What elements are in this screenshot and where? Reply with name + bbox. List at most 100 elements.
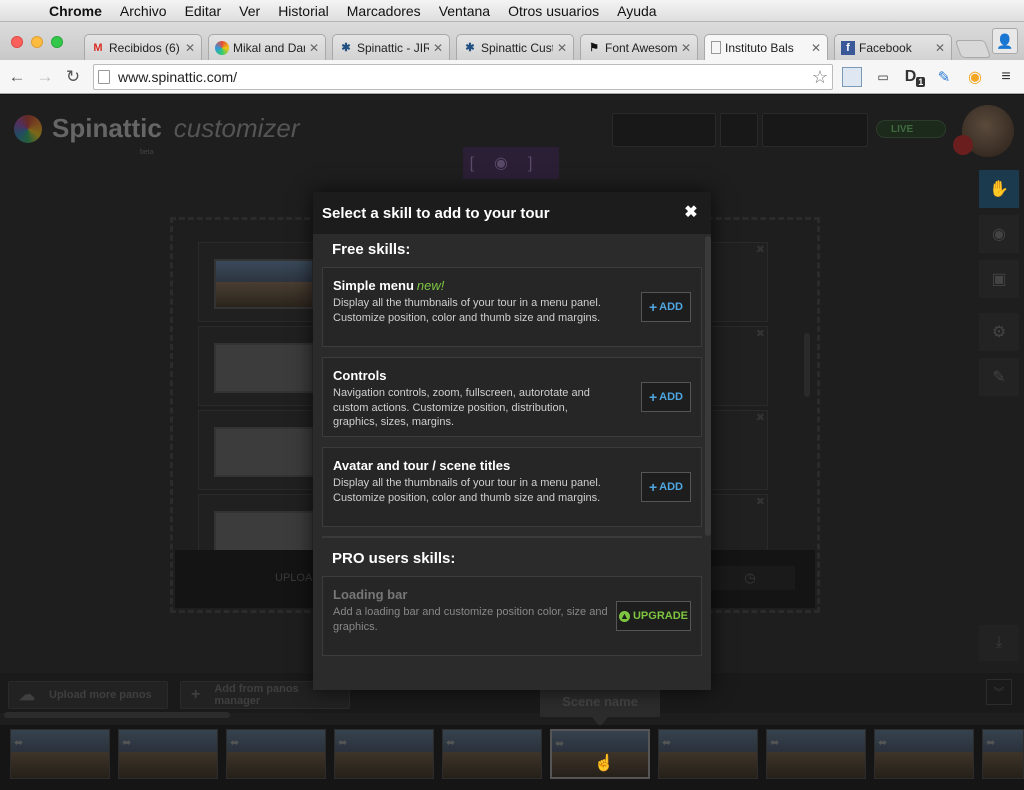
brush-icon[interactable]: ✎ — [979, 358, 1019, 396]
film-thumbnail[interactable]: ⬌ — [766, 729, 866, 779]
move-arrows-icon[interactable]: ⬌ — [878, 736, 887, 749]
gear-icon[interactable]: ⚙ — [979, 313, 1019, 351]
extension-badge: 1 — [916, 77, 926, 87]
close-tab-icon[interactable]: ✕ — [935, 41, 945, 55]
film-thumbnail[interactable]: ⬌ — [874, 729, 974, 779]
upgrade-button[interactable]: ▲ UPGRADE — [616, 601, 691, 631]
flag-icon: ⚑ — [589, 42, 599, 54]
profile-icon[interactable]: 👤 — [992, 28, 1018, 54]
menu-marcadores[interactable]: Marcadores — [338, 3, 430, 19]
download-icon[interactable]: ⤓ — [979, 625, 1019, 661]
back-icon[interactable]: ← — [3, 67, 31, 87]
browser-tab[interactable]: Mikal and Dar ✕ — [208, 34, 326, 60]
extension-ruler-icon[interactable]: ▭ — [872, 67, 894, 87]
menu-historial[interactable]: Historial — [269, 3, 338, 19]
menu-chrome[interactable]: Chrome — [40, 3, 111, 19]
menu-otros-usuarios[interactable]: Otros usuarios — [499, 3, 608, 19]
skill-name: Simple menu new! — [333, 278, 444, 293]
hand-tool-icon[interactable]: ✋ — [979, 170, 1019, 208]
new-tab-button[interactable] — [954, 40, 992, 58]
film-thumbnail[interactable]: ⬌ — [226, 729, 326, 779]
menu-editar[interactable]: Editar — [176, 3, 231, 19]
move-arrows-icon[interactable]: ⬌ — [555, 737, 564, 750]
bookmark-star-icon[interactable]: ☆ — [812, 67, 828, 88]
extension-d-icon[interactable]: D1 — [902, 67, 928, 87]
filmstrip-scrollbar[interactable] — [4, 712, 230, 718]
forward-icon[interactable]: → — [31, 67, 59, 87]
close-tab-icon[interactable]: ✕ — [681, 41, 691, 55]
menu-ventana[interactable]: Ventana — [430, 3, 499, 19]
zoom-window-button[interactable] — [51, 36, 63, 48]
film-thumbnail[interactable]: ⬌ — [982, 729, 1024, 779]
remove-scene-icon[interactable]: ✖ — [756, 327, 765, 340]
remove-scene-icon[interactable]: ✖ — [756, 411, 765, 424]
scenes-scrollbar[interactable] — [804, 333, 810, 397]
minimize-window-button[interactable] — [31, 36, 43, 48]
film-thumbnail-selected[interactable]: ⬌ ☝ — [550, 729, 650, 779]
move-arrows-icon[interactable]: ⬌ — [770, 736, 779, 749]
browser-tab[interactable]: ✱ Spinattic - JIR ✕ — [332, 34, 450, 60]
plus-icon: + — [648, 299, 658, 315]
collapse-chevron-icon[interactable]: ︾ — [986, 679, 1012, 705]
clock-icon[interactable]: ◷ — [705, 566, 795, 590]
remove-scene-icon[interactable]: ✖ — [756, 495, 765, 508]
chrome-menu-icon[interactable]: ≡ — [996, 67, 1016, 87]
header-info-box[interactable] — [762, 113, 868, 147]
film-thumbnail[interactable]: ⬌ — [118, 729, 218, 779]
modal-scrollbar[interactable] — [705, 236, 711, 536]
close-window-button[interactable] — [11, 36, 23, 48]
add-simple-menu-button[interactable]: + ADD — [641, 292, 691, 322]
jira-icon: ✱ — [341, 42, 351, 54]
extension-avast-icon[interactable]: ◉ — [965, 67, 985, 87]
extension-window-icon[interactable] — [842, 67, 862, 87]
new-badge: new! — [416, 278, 445, 293]
close-tab-icon[interactable]: ✕ — [185, 41, 195, 55]
browser-tab-active[interactable]: Instituto Bals ✕ — [704, 34, 828, 60]
modal-header: Select a skill to add to your tour ✖ — [313, 192, 711, 234]
add-controls-button[interactable]: + ADD — [641, 382, 691, 412]
move-arrows-icon[interactable]: ⬌ — [14, 736, 23, 749]
film-thumbnail[interactable]: ⬌ — [334, 729, 434, 779]
browser-tab[interactable]: ✱ Spinattic Cust ✕ — [456, 34, 574, 60]
film-thumbnail[interactable]: ⬌ — [442, 729, 542, 779]
tab-strip: M Recibidos (6) ✕ Mikal and Dar ✕ ✱ Spin… — [0, 22, 1024, 60]
live-toggle[interactable]: LIVE — [876, 120, 946, 138]
skill-name: Loading bar — [333, 587, 407, 602]
move-arrows-icon[interactable]: ⬌ — [446, 736, 455, 749]
header-info-box[interactable] — [612, 113, 716, 147]
browser-tab[interactable]: f Facebook ✕ — [834, 34, 952, 60]
extension-blue-icon[interactable]: ✎ — [934, 67, 954, 87]
move-arrows-icon[interactable]: ⬌ — [986, 736, 995, 749]
preview-eye-icon[interactable]: [◉] — [463, 147, 559, 179]
move-arrows-icon[interactable]: ⬌ — [230, 736, 239, 749]
move-arrows-icon[interactable]: ⬌ — [662, 736, 671, 749]
live-label: LIVE — [891, 123, 914, 135]
upload-more-button[interactable]: ☁ Upload more panos — [8, 681, 168, 709]
browser-tab[interactable]: M Recibidos (6) ✕ — [84, 34, 202, 60]
image-icon[interactable]: ▣ — [979, 260, 1019, 298]
menu-ver[interactable]: Ver — [230, 3, 269, 19]
close-tab-icon[interactable]: ✕ — [309, 41, 319, 55]
move-arrows-icon[interactable]: ⬌ — [338, 736, 347, 749]
page-info-icon[interactable] — [98, 70, 110, 84]
notification-badge[interactable] — [953, 135, 973, 155]
close-tab-icon[interactable]: ✕ — [433, 41, 443, 55]
menu-ayuda[interactable]: Ayuda — [608, 3, 665, 19]
header-icon-box[interactable] — [720, 113, 758, 147]
close-tab-icon[interactable]: ✕ — [557, 41, 567, 55]
spinattic-logo[interactable]: Spinattic customizer beta — [14, 113, 300, 156]
address-bar[interactable]: www.spinattic.com/ ☆ — [93, 64, 833, 90]
move-arrows-icon[interactable]: ⬌ — [122, 736, 131, 749]
menu-archivo[interactable]: Archivo — [111, 3, 176, 19]
arrow-up-circle-icon: ▲ — [618, 610, 630, 622]
skill-card-controls: Controls Navigation controls, zoom, full… — [322, 357, 702, 437]
browser-tab[interactable]: ⚑ Font Awesom ✕ — [580, 34, 698, 60]
film-thumbnail[interactable]: ⬌ — [658, 729, 758, 779]
add-avatar-titles-button[interactable]: + ADD — [641, 472, 691, 502]
close-icon[interactable]: ✖ — [683, 204, 699, 221]
close-tab-icon[interactable]: ✕ — [811, 41, 821, 55]
remove-scene-icon[interactable]: ✖ — [756, 243, 765, 256]
eye-icon[interactable]: ◉ — [979, 215, 1019, 253]
reload-icon[interactable]: ↻ — [59, 67, 87, 87]
film-thumbnail[interactable]: ⬌ — [10, 729, 110, 779]
